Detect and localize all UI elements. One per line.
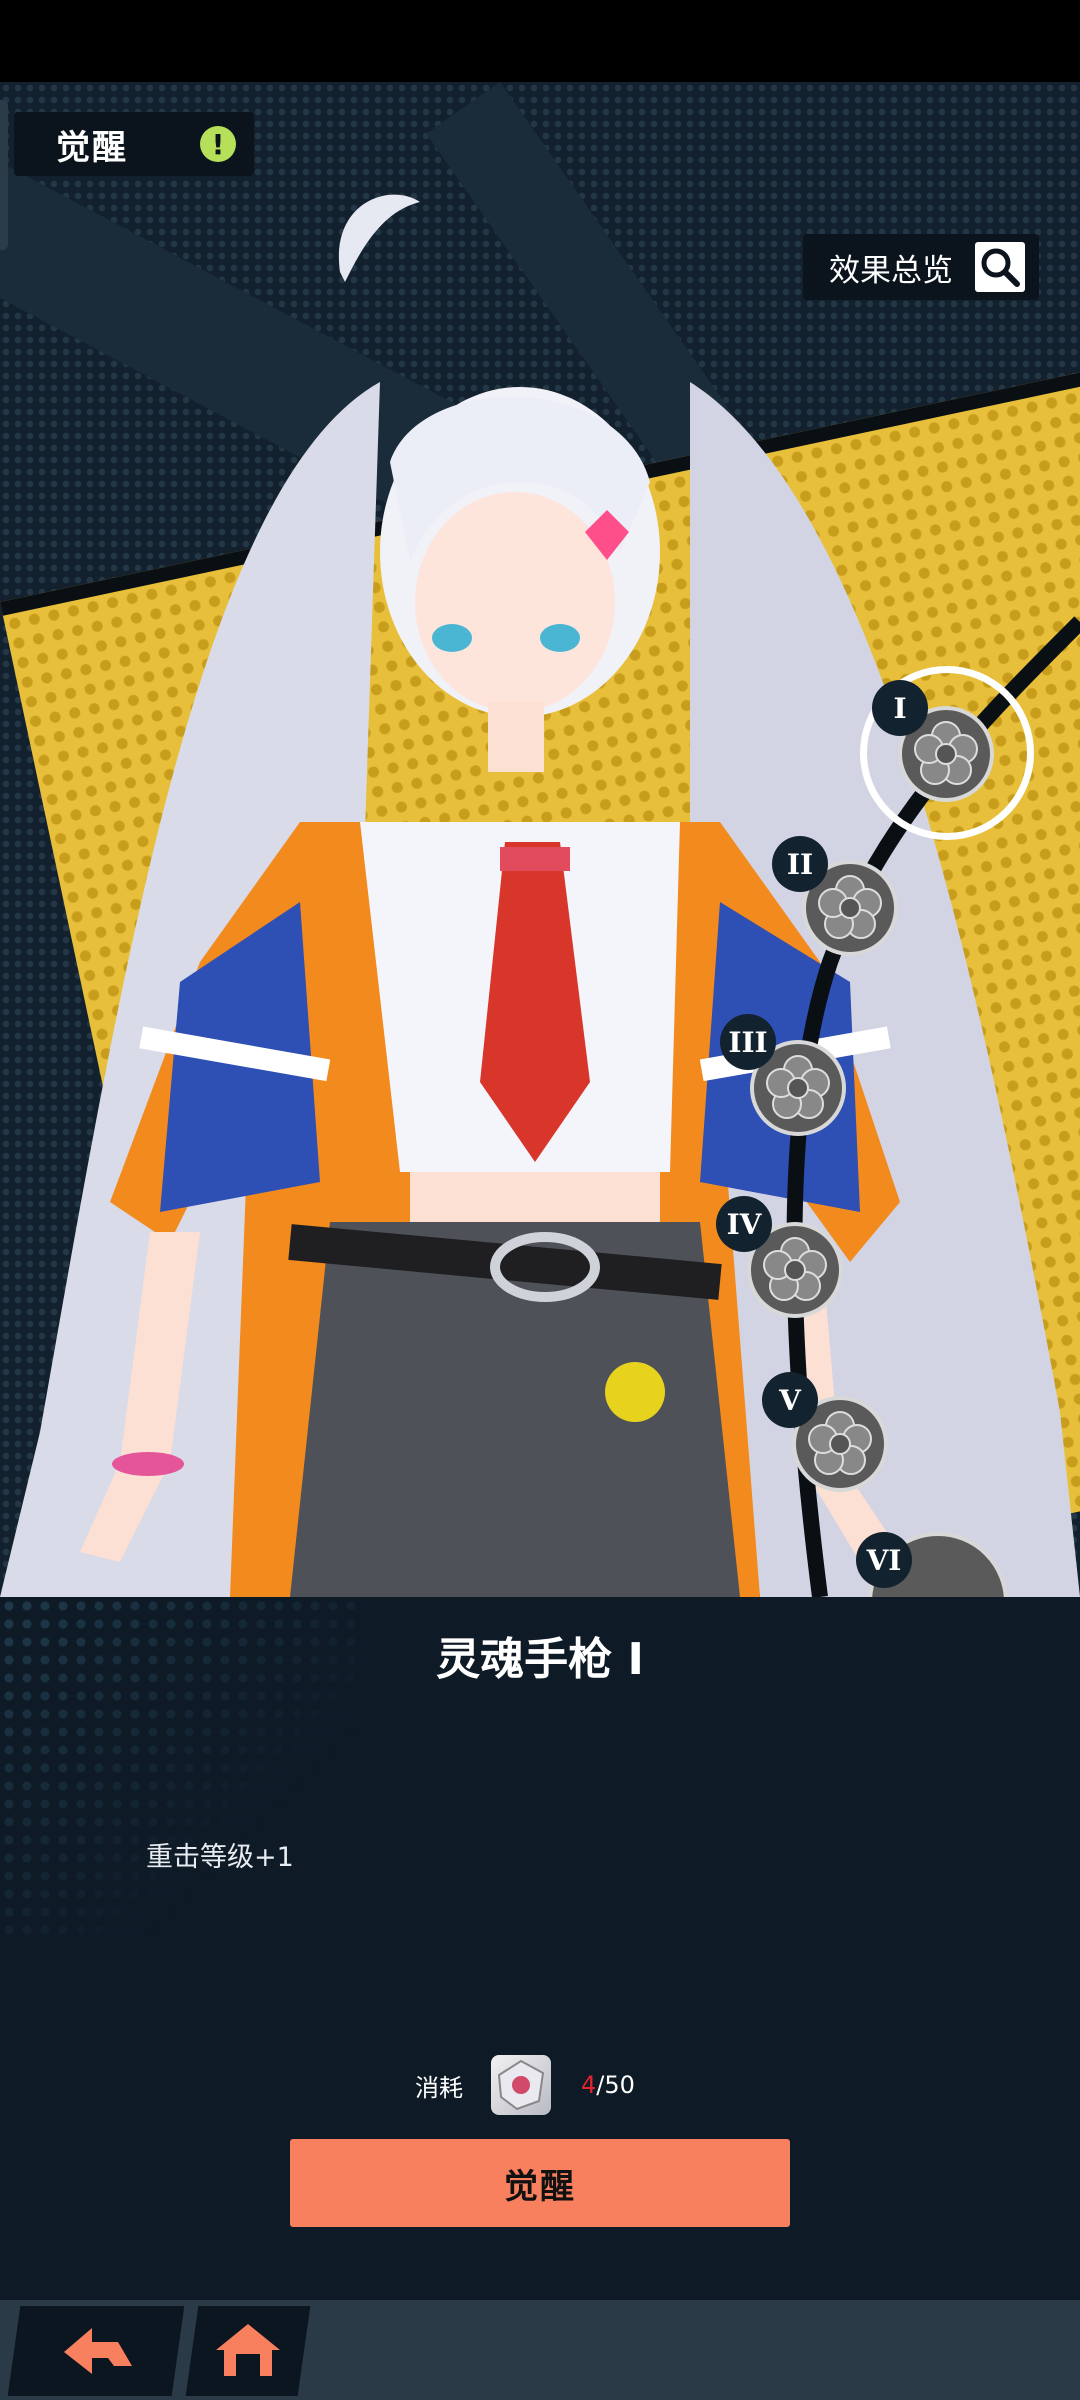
back-button[interactable] bbox=[7, 2306, 185, 2396]
node-numeral-2: II bbox=[772, 836, 828, 892]
node-numeral-4: IV bbox=[716, 1196, 772, 1252]
alert-icon: ! bbox=[200, 126, 236, 162]
magnifier-icon bbox=[975, 242, 1025, 292]
awaken-tab[interactable]: 觉醒 ! bbox=[14, 112, 254, 176]
node-numeral-1: I bbox=[872, 680, 928, 736]
flower-icon bbox=[763, 1237, 827, 1301]
skill-description: 重击等级+1 bbox=[146, 1842, 294, 1873]
cost-row: 消耗 4 /50 bbox=[415, 2055, 635, 2115]
home-button[interactable] bbox=[185, 2306, 311, 2396]
effect-overview-button[interactable]: 效果总览 bbox=[803, 234, 1039, 300]
home-icon bbox=[216, 2324, 280, 2376]
skill-title: 灵魂手枪 I bbox=[436, 1634, 644, 1685]
back-arrow-icon bbox=[64, 2328, 132, 2374]
status-bar bbox=[0, 0, 1080, 82]
cost-label: 消耗 bbox=[415, 2073, 463, 2102]
skill-detail-panel: 灵魂手枪 I 重击等级+1 消耗 4 /50 觉醒 bbox=[0, 1597, 1080, 2300]
node-numeral-3: III bbox=[720, 1014, 776, 1070]
flower-icon bbox=[818, 875, 882, 939]
cost-required-count: /50 bbox=[596, 2071, 635, 2099]
effect-overview-label: 效果总览 bbox=[829, 252, 953, 289]
skill-path-line bbox=[786, 616, 1080, 1597]
awaken-tab-label: 觉醒 bbox=[56, 127, 128, 168]
side-edge-handle bbox=[0, 100, 8, 250]
awaken-button[interactable]: 觉醒 bbox=[290, 2139, 790, 2227]
flower-icon bbox=[766, 1055, 830, 1119]
character-art: I II III IV V VI bbox=[0, 82, 1080, 1597]
fragment-item-icon bbox=[491, 2055, 551, 2115]
node-numeral-5: V bbox=[762, 1372, 818, 1428]
node-numeral-6: VI bbox=[856, 1532, 912, 1588]
flower-icon bbox=[808, 1411, 872, 1475]
cost-owned-count: 4 bbox=[581, 2071, 597, 2099]
